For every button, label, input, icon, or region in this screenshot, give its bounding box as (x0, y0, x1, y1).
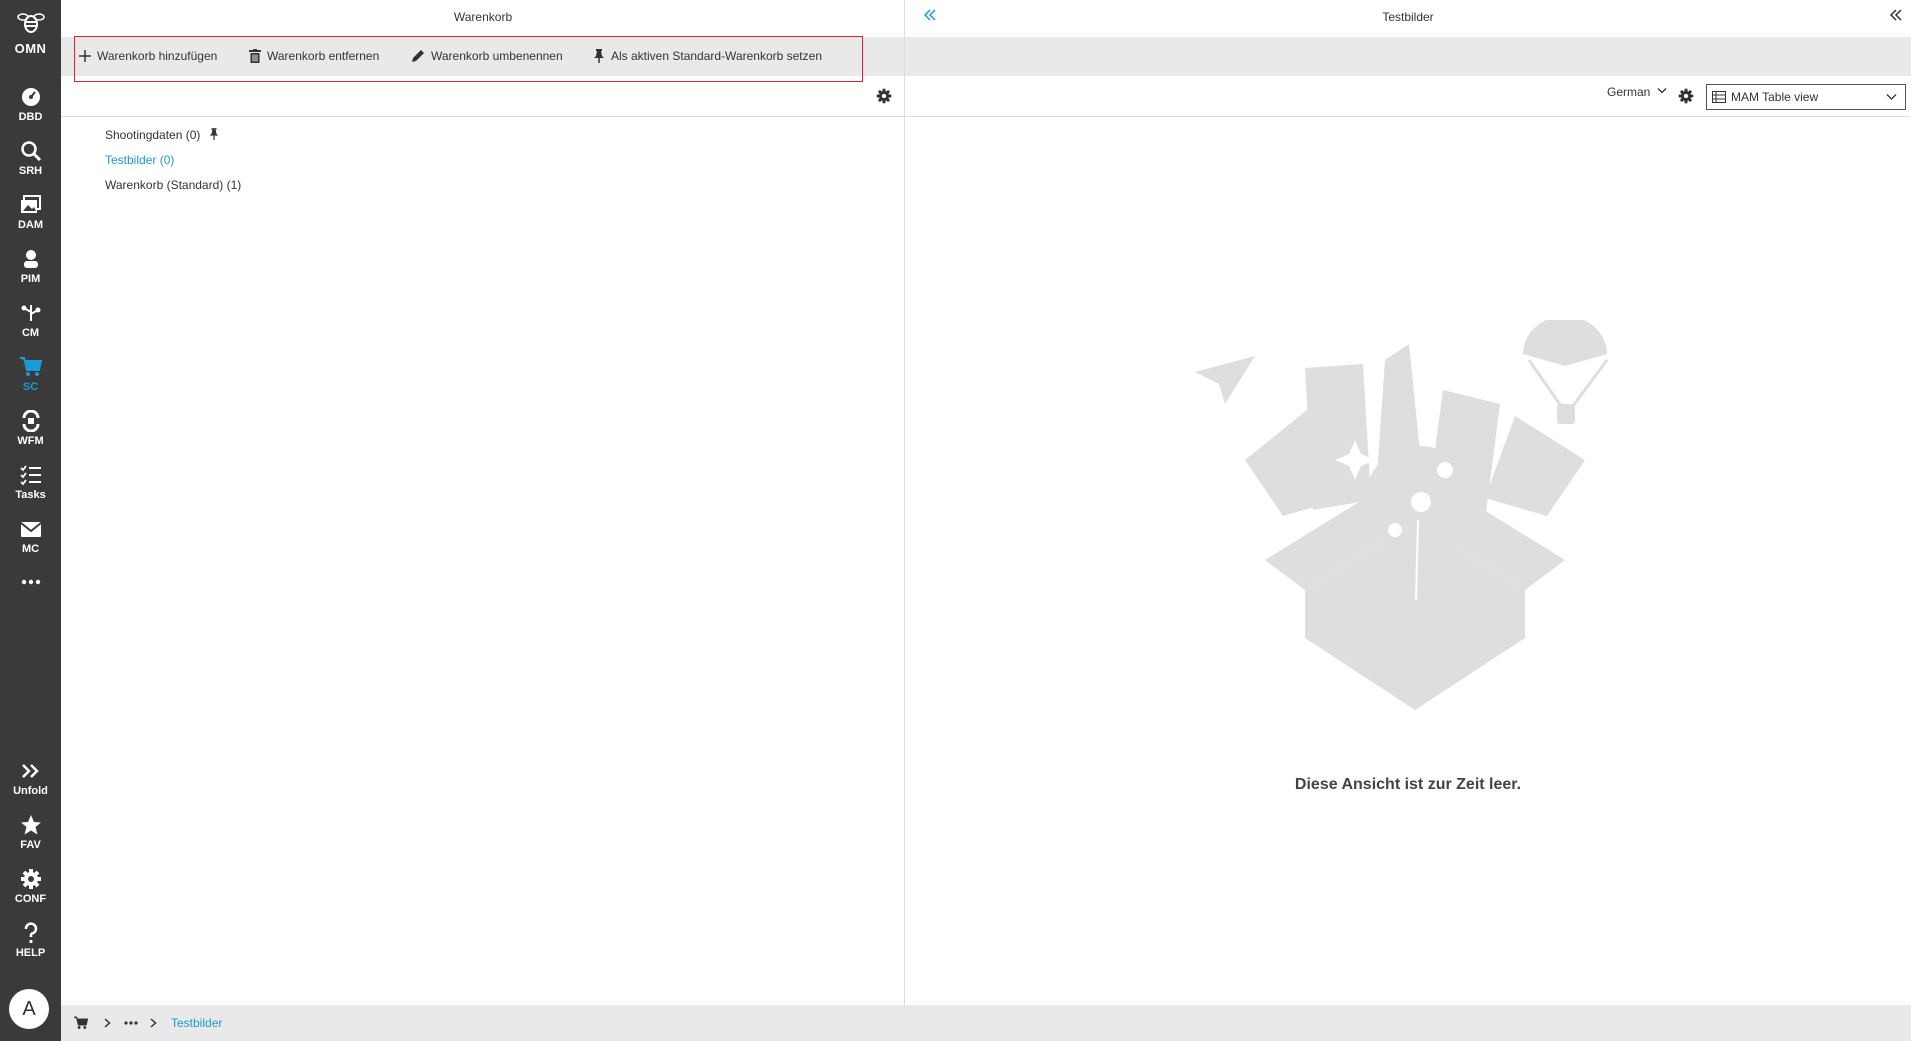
tree-item-testbilder[interactable]: Testbilder (0) (105, 153, 174, 167)
sidebar-item-label: FAV (20, 839, 41, 851)
sidebar-item-label: Unfold (13, 785, 48, 797)
user-avatar[interactable]: A (9, 989, 49, 1029)
sidebar-item-wfm[interactable]: WFM (0, 410, 61, 460)
sidebar-item-label: SRH (18, 165, 43, 177)
set-default-cart-label: Als aktiven Standard-Warenkorb setzen (611, 49, 822, 63)
star-icon (20, 815, 41, 835)
sidebar-unfold-button[interactable]: Unfold (0, 760, 61, 810)
cart-pane-title: Warenkorb (453, 10, 513, 24)
sidebar-fav-button[interactable]: FAV (0, 814, 61, 864)
remove-cart-label: Warenkorb entfernen (267, 49, 380, 63)
detail-pane-title: Testbilder (1382, 10, 1434, 24)
table-view-icon (1712, 91, 1726, 103)
rename-cart-label: Warenkorb umbenennen (431, 49, 563, 63)
sidebar-item-label: DAM (17, 219, 44, 231)
empty-state-message: Diese Ansicht ist zur Zeit leer. (1294, 776, 1522, 793)
cart-settings-gear-icon[interactable] (876, 88, 892, 104)
tree-item-label: Warenkorb (Standard) (1) (105, 178, 242, 192)
omn-logo[interactable]: OMN (0, 10, 61, 56)
view-mode-value: MAM Table view (1731, 90, 1819, 104)
sidebar-item-srh[interactable]: SRH (0, 140, 61, 190)
pencil-icon (412, 49, 424, 62)
logo-label: OMN (14, 41, 47, 56)
sidebar-item-tasks[interactable]: Tasks (0, 464, 61, 514)
cart-pane: Warenkorb Warenkorb hinzufügen Warenkorb… (61, 0, 905, 1005)
set-default-cart-button[interactable]: Als aktiven Standard-Warenkorb setzen (593, 36, 822, 76)
tree-item-warenkorb-standard[interactable]: Warenkorb (Standard) (1) (105, 178, 241, 192)
chevron-down-icon (1657, 88, 1667, 94)
sidebar-more-button[interactable] (0, 578, 61, 598)
more-icon (21, 579, 40, 585)
product-icon (23, 250, 38, 268)
collapse-right-icon[interactable] (1889, 8, 1903, 22)
chevron-right-icon (104, 1018, 111, 1028)
sidebar-item-dam[interactable]: DAM (0, 194, 61, 244)
sidebar-item-cm[interactable]: CM (0, 302, 61, 352)
network-icon (21, 305, 40, 321)
pin-icon (594, 48, 604, 63)
sidebar-item-dbd[interactable]: DBD (0, 86, 61, 136)
sidebar-item-pim[interactable]: PIM (0, 248, 61, 298)
cart-icon[interactable] (73, 1016, 89, 1030)
search-icon (20, 141, 41, 162)
sidebar-item-label: CONF (14, 893, 47, 905)
pane-separator (905, 116, 1911, 117)
bee-logo-icon (16, 13, 45, 33)
tree-item-label: Shootingdaten (0) (105, 128, 201, 142)
rename-cart-button[interactable]: Warenkorb umbenennen (411, 36, 563, 76)
mail-icon (19, 522, 42, 537)
language-value: German (1607, 85, 1651, 99)
sidebar-item-label: CM (21, 327, 40, 339)
remove-cart-button[interactable]: Warenkorb entfernen (249, 36, 379, 76)
tree-item-shootingdaten[interactable]: Shootingdaten (0) (105, 128, 219, 142)
sidebar-help-button[interactable]: HELP (0, 922, 61, 972)
dashboard-icon (21, 88, 40, 106)
double-chevron-right-icon (21, 764, 39, 778)
pin-icon (209, 128, 218, 140)
sidebar-conf-button[interactable]: CONF (0, 868, 61, 918)
tasks-icon (19, 465, 41, 486)
chevron-right-icon (150, 1018, 157, 1028)
question-icon (24, 922, 37, 944)
trash-icon (249, 48, 261, 63)
images-icon (20, 195, 41, 213)
main-sidebar: OMN DBD SRH DAM PIM CM SC WFM Tasks MC U… (0, 0, 61, 1041)
sidebar-item-label: PIM (20, 273, 41, 285)
detail-toolbar (905, 37, 1911, 76)
add-cart-label: Warenkorb hinzufügen (97, 49, 218, 63)
sidebar-item-label: MC (21, 543, 40, 555)
plus-icon (79, 49, 91, 62)
add-cart-button[interactable]: Warenkorb hinzufügen (79, 36, 217, 76)
view-mode-select[interactable]: MAM Table view (1706, 84, 1906, 110)
detail-pane: Testbilder German MAM Table view Diese A… (905, 0, 1911, 1005)
sidebar-item-label: HELP (15, 947, 46, 959)
sidebar-item-label: WFM (17, 435, 44, 447)
breadcrumb: Testbilder (61, 1005, 1911, 1041)
gear-icon (20, 869, 41, 889)
sidebar-item-label: DBD (18, 111, 43, 123)
breadcrumb-current[interactable]: Testbilder (171, 1005, 222, 1041)
chevron-down-icon (1886, 94, 1897, 100)
pane-separator (61, 116, 905, 117)
workflow-icon (22, 410, 39, 432)
more-icon[interactable] (124, 1021, 138, 1025)
sidebar-item-sc[interactable]: SC (0, 356, 61, 406)
view-settings-gear-icon[interactable] (1678, 88, 1694, 104)
sidebar-item-mc[interactable]: MC (0, 518, 61, 568)
tree-item-label: Testbilder (0) (105, 153, 175, 167)
sidebar-item-label: Tasks (15, 489, 46, 501)
sidebar-item-label: SC (22, 381, 39, 393)
cart-icon (19, 357, 42, 376)
empty-box-illustration (1195, 320, 1609, 710)
language-select[interactable]: German (1607, 85, 1667, 99)
